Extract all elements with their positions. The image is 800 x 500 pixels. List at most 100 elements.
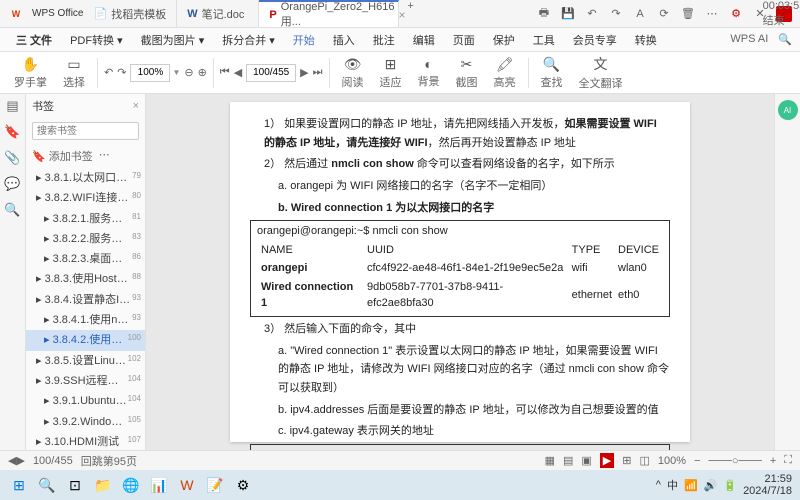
menu-insert[interactable]: 插入	[325, 29, 363, 51]
bookmark-item[interactable]: ▸ 3.8.4.1.使用nmtui命令来设置静态IP地址93	[26, 310, 145, 330]
view-mode-3-icon[interactable]: ▣	[581, 454, 591, 467]
zoom-slider[interactable]: ───○───	[708, 455, 761, 467]
menu-start[interactable]: 开始	[285, 29, 323, 51]
explorer-icon[interactable]: 📁	[92, 474, 114, 496]
search-taskbar-icon[interactable]: 🔍	[36, 474, 58, 496]
attachments-icon[interactable]: 📎	[4, 150, 20, 166]
clock[interactable]: 21:59 2024/7/18	[743, 473, 792, 497]
font-icon[interactable]: A	[632, 6, 648, 22]
tool-fit[interactable]: ⊞适应	[374, 54, 408, 92]
document-viewport[interactable]: 1） 如果要设置网口的静态 IP 地址，请先把网线插入开发板，如果需要设置 WI…	[146, 94, 774, 450]
rotate-left-icon[interactable]: ↶	[104, 66, 113, 79]
bookmark-more-icon[interactable]: ⋯	[99, 148, 110, 164]
last-page-icon[interactable]: ⏭	[313, 66, 323, 79]
tool-find[interactable]: 🔍查找	[535, 54, 569, 92]
tool-translate[interactable]: 文全文翻译	[573, 52, 629, 93]
sync-icon[interactable]: ⟳	[656, 6, 672, 22]
record-badge[interactable]: 00:03:53 结束	[776, 6, 792, 22]
zoom-out-icon[interactable]: ⊖	[184, 66, 193, 79]
bookmark-item[interactable]: ▸ 3.9.SSH远程登录开发板104	[26, 371, 145, 391]
ai-badge-icon[interactable]: AI	[778, 100, 798, 120]
nav-prev-icon[interactable]: ◀	[8, 454, 16, 467]
bookmark-item[interactable]: ▸ 3.8.2.WIFI连接测试80	[26, 188, 145, 208]
start-button[interactable]: ⊞	[8, 474, 30, 496]
prev-page-icon[interactable]: ◀	[234, 66, 242, 79]
menu-pdf-convert[interactable]: PDF转换 ▾	[62, 29, 131, 51]
save-icon[interactable]: 💾	[560, 6, 576, 22]
tray-chevron-icon[interactable]: ^	[656, 479, 661, 491]
tab-notes[interactable]: W笔记.doc	[177, 0, 259, 27]
menu-split-merge[interactable]: 拆分合并 ▾	[214, 29, 283, 51]
tool-hand[interactable]: ✋罗手掌	[8, 54, 53, 92]
tool-screenshot[interactable]: ✂截图	[450, 54, 484, 92]
redo-icon[interactable]: ↷	[608, 6, 624, 22]
bookmark-item[interactable]: ▸ 3.8.1.以太网口测试79	[26, 168, 145, 188]
tool-highlight[interactable]: 🖍高亮	[488, 54, 522, 92]
tool-select[interactable]: ▭选择	[57, 54, 91, 92]
search-panel-icon[interactable]: 🔍	[4, 202, 20, 218]
bookmark-item[interactable]: ▸ 3.9.2.Windows下SSH远程登录开发板105	[26, 412, 145, 432]
search-icon[interactable]: 🔍	[778, 33, 792, 46]
bookmark-search-input[interactable]	[32, 122, 139, 140]
rotate-right-icon[interactable]: ↷	[117, 66, 126, 79]
bookmark-item[interactable]: ▸ 3.8.4.2.使用nmcli命令来设置静态IP地址100	[26, 330, 145, 350]
app-icon-2[interactable]: 📝	[204, 474, 226, 496]
menu-screenshot[interactable]: 截图为图片 ▾	[133, 29, 213, 51]
bookmarks-icon[interactable]: 🔖	[4, 124, 20, 140]
more-icon[interactable]: ⋯	[704, 6, 720, 22]
edge-icon[interactable]: 🌐	[120, 474, 142, 496]
bookmark-item[interactable]: ▸ 3.8.4.设置静态IP地址的方法93	[26, 290, 145, 310]
app-icon-1[interactable]: 📊	[148, 474, 170, 496]
app-icon-3[interactable]: ⚙	[232, 474, 254, 496]
undo-icon[interactable]: ↶	[584, 6, 600, 22]
menu-protect[interactable]: 保护	[485, 29, 523, 51]
settings-icon[interactable]: ⚙	[728, 6, 744, 22]
view-mode-2-icon[interactable]: ▤	[563, 454, 573, 467]
wps-ai-link[interactable]: WPS AI	[730, 33, 768, 46]
bookmark-item[interactable]: ▸ 3.10.HDMI测试107	[26, 432, 145, 450]
zoom-in-icon[interactable]: ⊕	[198, 66, 207, 79]
view-mode-5-icon[interactable]: ⊞	[622, 454, 631, 467]
trash-icon[interactable]: 🗑	[680, 6, 696, 22]
zoom-out-status-icon[interactable]: −	[694, 455, 700, 467]
tool-bg[interactable]: ◐背景	[412, 54, 446, 91]
fullscreen-icon[interactable]: ⛶	[784, 454, 792, 467]
comments-icon[interactable]: 💬	[4, 176, 20, 192]
menu-convert[interactable]: 转换	[627, 29, 665, 51]
status-zoom[interactable]: 100%	[658, 455, 686, 467]
page-select[interactable]	[246, 64, 296, 82]
menu-vip[interactable]: 会员专享	[565, 29, 625, 51]
next-page-icon[interactable]: ▶	[300, 66, 308, 79]
status-grid[interactable]: 回跳第95页	[81, 453, 137, 469]
bookmark-item[interactable]: ▸ 3.8.5.设置Linux系统第一次启动后自动连接网络的方法102	[26, 351, 145, 371]
wps-taskbar-icon[interactable]: W	[176, 474, 198, 496]
tool-read[interactable]: 👁阅读	[336, 54, 370, 92]
task-view-icon[interactable]: ⊡	[64, 474, 86, 496]
close-icon[interactable]: ×	[133, 100, 139, 112]
first-page-icon[interactable]: ⏮	[220, 66, 230, 79]
tab-add-button[interactable]: +	[399, 0, 421, 27]
tab-orangepi[interactable]: POrangePi_Zero2_H616 用...×	[259, 0, 399, 27]
menu-tools[interactable]: 工具	[525, 29, 563, 51]
thumbnails-icon[interactable]: ▤	[6, 98, 18, 114]
view-mode-6-icon[interactable]: ◫	[639, 454, 649, 467]
add-bookmark-button[interactable]: 🔖 添加书签	[32, 148, 93, 164]
view-mode-4-icon[interactable]: ▶	[600, 453, 614, 468]
bookmark-item[interactable]: ▸ 3.9.1.Ubuntu下SSH远程登录开发板104	[26, 391, 145, 411]
menu-page[interactable]: 页面	[445, 29, 483, 51]
page-input[interactable]	[246, 64, 296, 82]
view-mode-1-icon[interactable]: ▦	[545, 454, 555, 467]
menu-file[interactable]: 三 文件	[8, 29, 60, 51]
bookmark-item[interactable]: ▸ 3.8.2.1.服务器版镜像通过命令连接WIFI81	[26, 209, 145, 229]
wifi-icon[interactable]: 📶	[684, 479, 698, 492]
volume-icon[interactable]: 🔊	[704, 479, 718, 492]
zoom-input[interactable]	[130, 64, 170, 82]
chevron-down-icon[interactable]: ▼	[172, 68, 180, 77]
bookmark-item[interactable]: ▸ 3.8.3.使用Hostapd建立WIFI热点的方法88	[26, 269, 145, 289]
menu-edit[interactable]: 编辑	[405, 29, 443, 51]
menu-comment[interactable]: 批注	[365, 29, 403, 51]
nav-next-icon[interactable]: ▶	[16, 454, 24, 467]
battery-icon[interactable]: 🔋	[723, 479, 737, 492]
ime-icon[interactable]: 中	[667, 477, 678, 493]
zoom-select[interactable]: ▼	[130, 64, 180, 82]
